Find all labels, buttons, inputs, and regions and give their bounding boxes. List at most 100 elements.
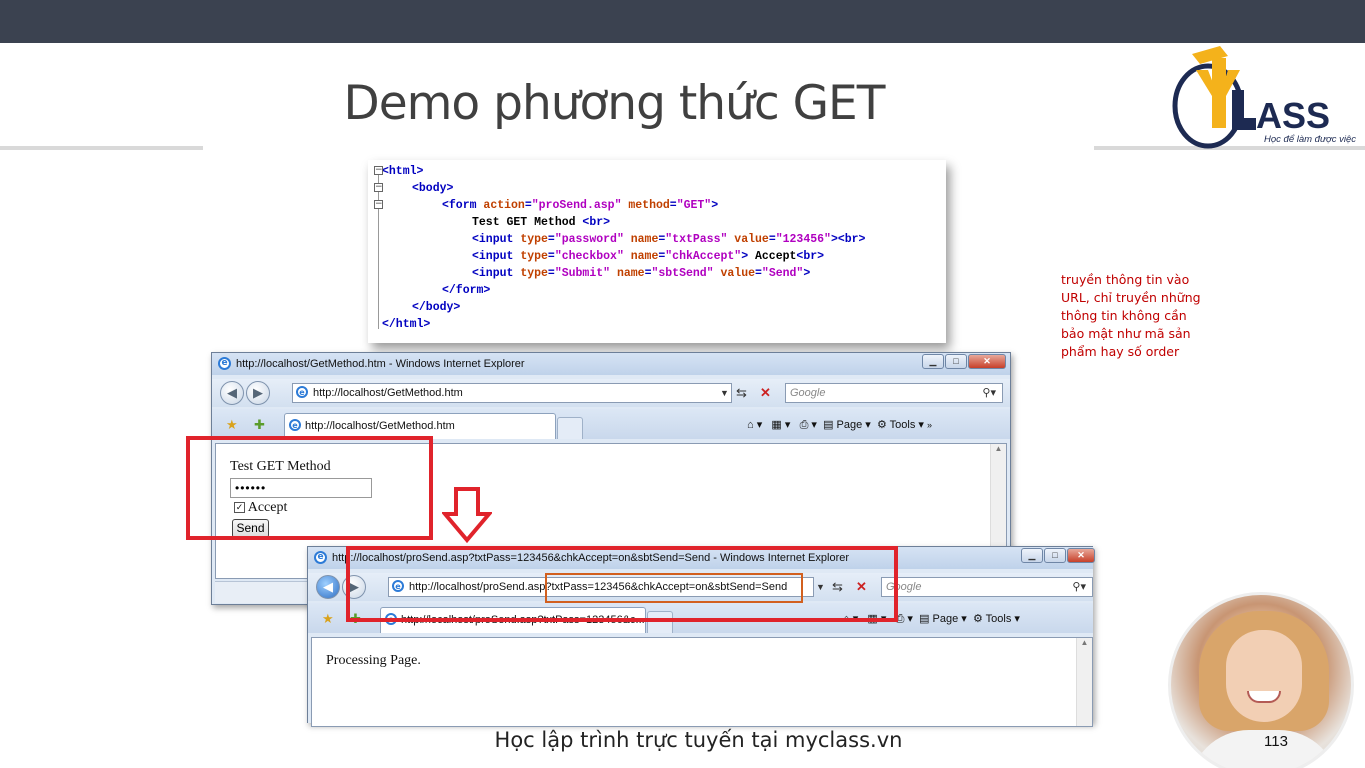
- page-menu[interactable]: ▤ Page ▾: [919, 613, 967, 625]
- code-token: type: [520, 267, 548, 280]
- code-token: "txtPass": [665, 233, 728, 246]
- myclass-logo: ASS Học để làm được việc: [1168, 44, 1363, 152]
- code-token: name: [630, 250, 659, 263]
- maximize-button[interactable]: □: [945, 354, 967, 369]
- window-title: http://localhost/GetMethod.htm - Windows…: [236, 358, 525, 370]
- fold-toggle-icon: −: [374, 199, 383, 209]
- navigation-bar: ◀ ▶ e http://localhost/GetMethod.htm ▼ ⇆…: [212, 379, 1010, 407]
- address-bar[interactable]: e http://localhost/GetMethod.htm: [292, 383, 732, 403]
- code-token: name: [630, 233, 659, 246]
- code-token: =: [768, 233, 776, 246]
- code-token: >: [741, 250, 755, 263]
- code-token: Accept: [755, 250, 797, 263]
- code-line: <body>: [382, 180, 946, 197]
- code-token: <input: [472, 267, 521, 280]
- code-token: =: [547, 250, 555, 263]
- code-token: action: [483, 199, 525, 212]
- fold-toggle-icon: −: [374, 182, 383, 192]
- close-button[interactable]: ✕: [1067, 548, 1095, 563]
- page-number: 113: [1264, 733, 1288, 750]
- code-token: </body>: [412, 301, 461, 314]
- print-icon[interactable]: ⎙ ▾: [800, 419, 817, 431]
- code-line: <html>: [382, 163, 946, 180]
- minimize-button[interactable]: ▁: [922, 354, 944, 369]
- code-token: "GET": [676, 199, 712, 212]
- code-line: Test GET Method <br>: [382, 214, 946, 231]
- tools-menu-label: Tools: [985, 613, 1012, 625]
- logo-tagline: Học để làm được việc: [1264, 134, 1356, 145]
- forward-button[interactable]: ▶: [246, 381, 270, 405]
- code-token: "sbtSend": [651, 267, 714, 280]
- back-button[interactable]: ◀: [316, 575, 340, 599]
- favorites-star-icon[interactable]: ★: [322, 609, 334, 629]
- stop-icon[interactable]: ✕: [760, 383, 771, 403]
- logo-graphic: ASS Học để làm được việc: [1172, 46, 1356, 149]
- page-icon: e: [289, 419, 301, 431]
- window-titlebar: e http://localhost/GetMethod.htm - Windo…: [212, 353, 1010, 375]
- chevron-more-icon[interactable]: »: [927, 420, 932, 430]
- code-token: value: [734, 233, 769, 246]
- page-menu-label: Page: [932, 613, 959, 625]
- code-token: <br>: [796, 250, 825, 263]
- code-token: =: [524, 199, 532, 212]
- code-token: =: [669, 199, 677, 212]
- code-line: </html>: [382, 316, 946, 333]
- page-menu-label: Page: [836, 419, 863, 431]
- code-token: "123456": [775, 233, 831, 246]
- tools-menu[interactable]: ⚙ Tools ▾: [973, 613, 1020, 625]
- new-tab-button[interactable]: [557, 417, 583, 439]
- code-token: ><br>: [830, 233, 866, 246]
- code-token: </html>: [382, 318, 431, 331]
- page-menu[interactable]: ▤ Page ▾: [823, 419, 871, 431]
- slide-title: Demo phương thức GET: [343, 76, 886, 131]
- code-token: <br>: [582, 216, 611, 229]
- feeds-icon[interactable]: ▦ ▾: [771, 419, 790, 431]
- minimize-button[interactable]: ▁: [1021, 548, 1043, 563]
- back-button[interactable]: ◀: [220, 381, 244, 405]
- code-line: <form action="proSend.asp" method="GET">: [382, 197, 946, 214]
- tab-bar: ★ ✚ e http://localhost/GetMethod.htm ⌂ ▾…: [212, 409, 1010, 439]
- code-token: <html>: [382, 165, 424, 178]
- vertical-scrollbar[interactable]: ▲: [1076, 638, 1092, 726]
- tab-label: http://localhost/GetMethod.htm: [305, 420, 455, 432]
- code-token: =: [755, 267, 762, 280]
- search-icon[interactable]: ⚲▾: [1072, 578, 1086, 596]
- home-icon[interactable]: ⌂ ▾: [747, 419, 762, 431]
- search-icon[interactable]: ⚲▾: [982, 384, 996, 402]
- search-input[interactable]: Google ⚲▾: [881, 577, 1093, 597]
- maximize-button[interactable]: □: [1044, 548, 1066, 563]
- window-controls: ▁ □ ✕: [922, 354, 1006, 369]
- code-token: >: [711, 199, 719, 212]
- favorites-star-icon[interactable]: ★: [226, 415, 238, 435]
- code-token: >: [803, 267, 811, 280]
- code-token: <form: [442, 199, 484, 212]
- address-dropdown-icon[interactable]: ▼: [720, 383, 729, 403]
- code-token: <input: [472, 250, 521, 263]
- code-line: <input type="checkbox" name="chkAccept">…: [382, 248, 946, 265]
- fold-toggle-icon: −: [374, 165, 383, 175]
- code-token: Test GET Method: [472, 216, 583, 229]
- search-input[interactable]: Google ⚲▾: [785, 383, 1003, 403]
- code-token: "checkbox": [554, 250, 624, 263]
- ie-icon: e: [218, 357, 231, 370]
- tools-menu[interactable]: ⚙ Tools ▾: [877, 419, 924, 431]
- refresh-icon[interactable]: ⇆: [736, 383, 747, 403]
- annotation-note: truyền thông tin vào URL, chỉ truyền nhữ…: [1061, 272, 1201, 359]
- print-icon[interactable]: ⎙ ▾: [896, 613, 913, 625]
- window-controls: ▁ □ ✕: [1021, 548, 1095, 563]
- top-bar: [0, 0, 1365, 43]
- code-line: <input type="password" name="txtPass" va…: [382, 231, 946, 248]
- code-lines: <html> <body> <form action="proSend.asp" m…: [382, 163, 946, 333]
- add-favorite-icon[interactable]: ✚: [254, 415, 265, 435]
- query-highlight-box: [545, 573, 803, 603]
- code-line: <input type="Submit" name="sbtSend" valu…: [382, 265, 946, 282]
- code-token: </form>: [442, 284, 491, 297]
- code-line: </form>: [382, 282, 946, 299]
- code-token: method: [628, 199, 670, 212]
- close-button[interactable]: ✕: [968, 354, 1006, 369]
- code-token: <input: [472, 233, 521, 246]
- page-content: ▲ Processing Page.: [311, 637, 1093, 727]
